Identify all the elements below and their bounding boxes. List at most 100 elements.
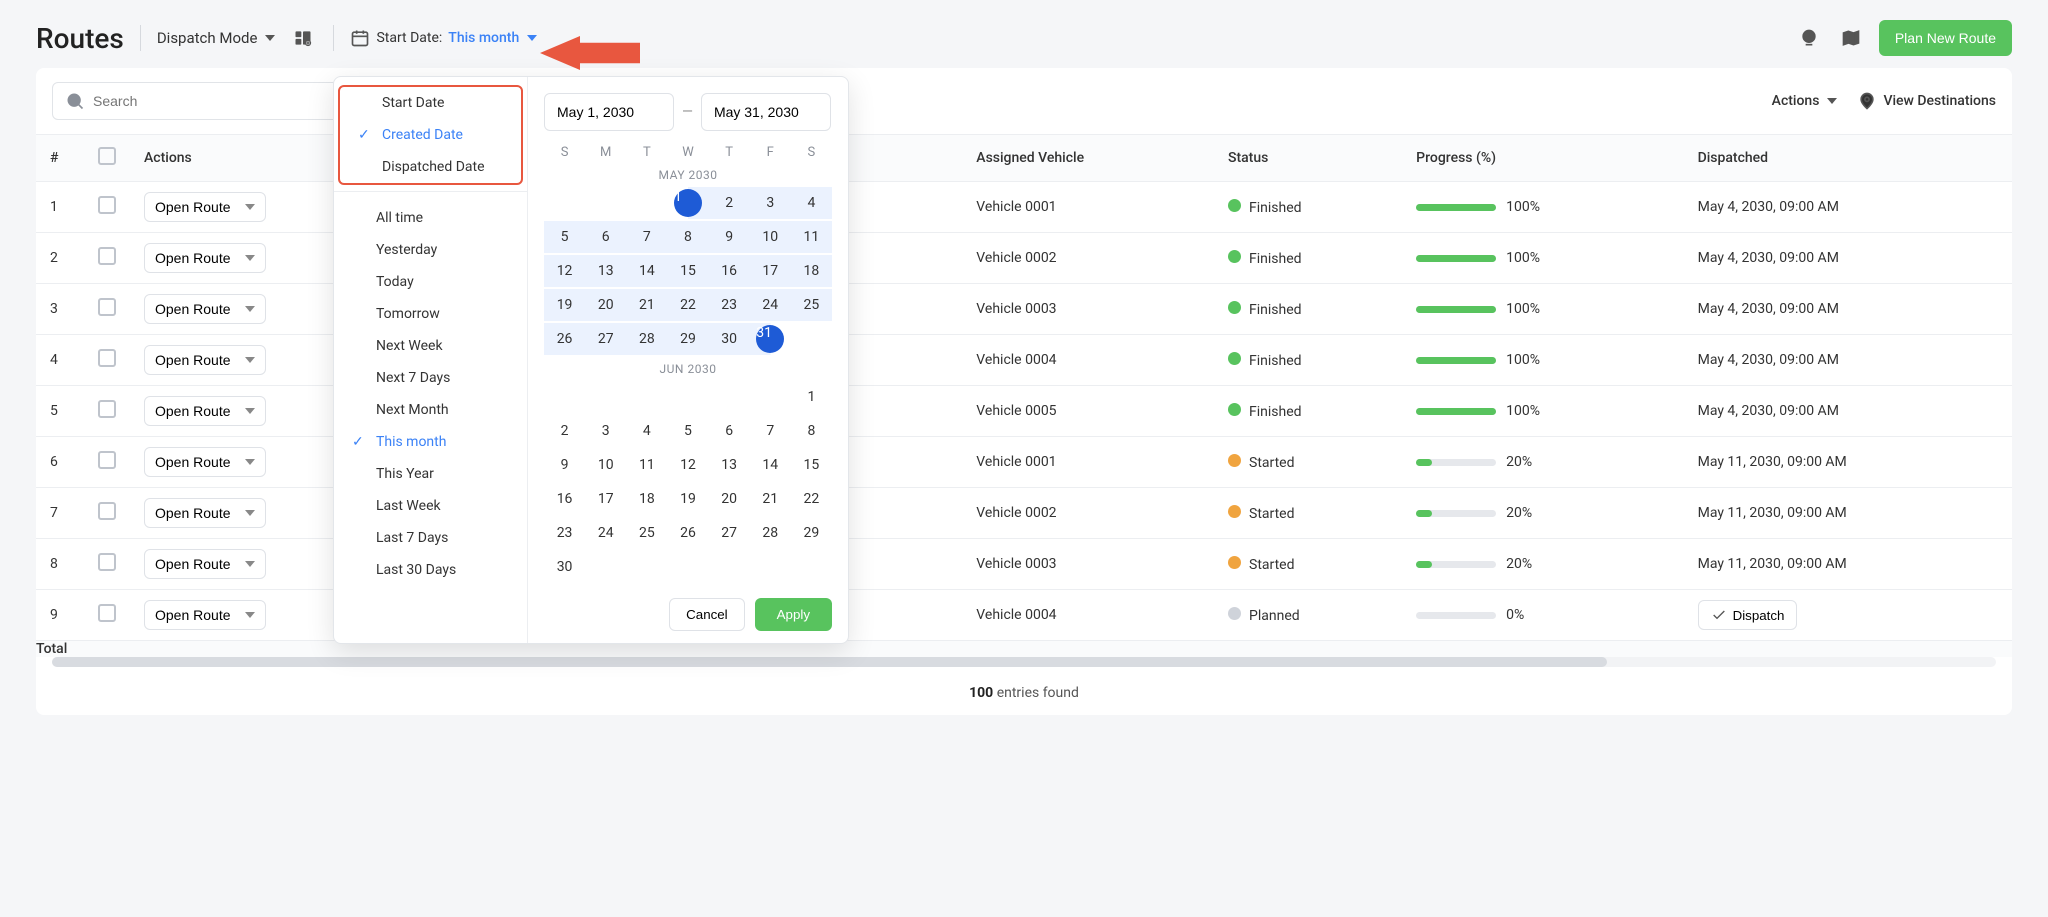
cancel-button[interactable]: Cancel	[669, 598, 745, 631]
date-filter-button[interactable]: Start Date: This month	[350, 28, 537, 48]
calendar-day[interactable]: 18	[626, 483, 667, 515]
calendar-day[interactable]: 10	[750, 221, 791, 253]
calendar-day[interactable]: 16	[709, 255, 750, 287]
date-from-input[interactable]	[544, 93, 674, 131]
dispatch-mode-button[interactable]: Dispatch Mode	[157, 29, 276, 47]
date-field-option[interactable]: ✓Start Date	[340, 87, 521, 119]
schedule-icon[interactable]	[1795, 24, 1823, 52]
calendar-day[interactable]: 14	[626, 255, 667, 287]
calendar-day[interactable]: 7	[750, 415, 791, 447]
row-checkbox[interactable]	[98, 604, 116, 622]
calendar-day[interactable]: 31	[750, 323, 791, 355]
calendar-day[interactable]: 8	[667, 221, 708, 253]
open-route-button[interactable]: Open Route	[144, 243, 266, 273]
calendar-day[interactable]: 6	[585, 221, 626, 253]
calendar-day[interactable]: 12	[667, 449, 708, 481]
range-preset-option[interactable]: ✓Today	[334, 266, 527, 298]
calendar-day[interactable]: 12	[544, 255, 585, 287]
calendar-day[interactable]: 16	[544, 483, 585, 515]
open-route-button[interactable]: Open Route	[144, 447, 266, 477]
calendar-day[interactable]: 23	[709, 289, 750, 321]
calendar-day[interactable]: 17	[585, 483, 626, 515]
calendar-day[interactable]: 28	[626, 323, 667, 355]
calendar-day[interactable]: 3	[750, 187, 791, 219]
calendar-day[interactable]: 1	[667, 187, 708, 219]
calendar-day[interactable]: 1	[791, 381, 832, 413]
calendar-day[interactable]: 19	[544, 289, 585, 321]
calendar-day[interactable]: 5	[544, 221, 585, 253]
calendar-day[interactable]: 9	[709, 221, 750, 253]
calendar-day[interactable]: 4	[791, 187, 832, 219]
open-route-button[interactable]: Open Route	[144, 396, 266, 426]
calendar-day[interactable]: 15	[791, 449, 832, 481]
range-preset-option[interactable]: ✓This Year	[334, 458, 527, 490]
calendar-day[interactable]: 28	[750, 517, 791, 549]
calendar-day[interactable]: 27	[585, 323, 626, 355]
calendar-day[interactable]: 2	[544, 415, 585, 447]
calendar-day[interactable]: 20	[709, 483, 750, 515]
calendar-day[interactable]: 19	[667, 483, 708, 515]
calendar-day[interactable]: 7	[626, 221, 667, 253]
dispatch-button[interactable]: Dispatch	[1698, 600, 1798, 630]
open-route-button[interactable]: Open Route	[144, 345, 266, 375]
row-checkbox[interactable]	[98, 502, 116, 520]
calendar-day[interactable]: 6	[709, 415, 750, 447]
open-route-button[interactable]: Open Route	[144, 600, 266, 630]
range-preset-option[interactable]: ✓Next Month	[334, 394, 527, 426]
actions-button[interactable]: Actions	[1772, 93, 1838, 109]
view-destinations-button[interactable]: View Destinations	[1857, 91, 1996, 111]
search-box[interactable]	[52, 82, 372, 120]
calendar-day[interactable]: 27	[709, 517, 750, 549]
calendar-day[interactable]: 17	[750, 255, 791, 287]
calendar-day[interactable]: 26	[544, 323, 585, 355]
calendar-day[interactable]: 24	[585, 517, 626, 549]
calendar-day[interactable]: 24	[750, 289, 791, 321]
calendar-day[interactable]: 9	[544, 449, 585, 481]
calendar-day[interactable]: 23	[544, 517, 585, 549]
row-checkbox[interactable]	[98, 349, 116, 367]
range-preset-option[interactable]: ✓Next 7 Days	[334, 362, 527, 394]
layout-icon[interactable]	[289, 24, 317, 52]
calendar-day[interactable]: 29	[667, 323, 708, 355]
range-preset-option[interactable]: ✓All time	[334, 202, 527, 234]
open-route-button[interactable]: Open Route	[144, 192, 266, 222]
row-checkbox[interactable]	[98, 298, 116, 316]
range-preset-option[interactable]: ✓This month	[334, 426, 527, 458]
calendar-day[interactable]: 21	[750, 483, 791, 515]
calendar-day[interactable]: 15	[667, 255, 708, 287]
range-preset-option[interactable]: ✓Last Week	[334, 490, 527, 522]
calendar-day[interactable]: 13	[709, 449, 750, 481]
calendar-day[interactable]: 4	[626, 415, 667, 447]
calendar-day[interactable]: 13	[585, 255, 626, 287]
date-to-input[interactable]	[701, 93, 831, 131]
calendar-day[interactable]: 30	[709, 323, 750, 355]
horizontal-scrollbar[interactable]	[52, 657, 1996, 667]
search-input[interactable]	[93, 93, 359, 109]
calendar-day[interactable]: 25	[791, 289, 832, 321]
calendar-day[interactable]: 2	[709, 187, 750, 219]
calendar-day[interactable]: 29	[791, 517, 832, 549]
calendar-day[interactable]: 26	[667, 517, 708, 549]
date-field-option[interactable]: ✓Dispatched Date	[340, 151, 521, 183]
row-checkbox[interactable]	[98, 247, 116, 265]
plan-new-route-button[interactable]: Plan New Route	[1879, 20, 2012, 56]
map-icon[interactable]	[1837, 24, 1865, 52]
range-preset-option[interactable]: ✓Last 7 Days	[334, 522, 527, 554]
scrollbar-thumb[interactable]	[52, 657, 1607, 667]
calendar-day[interactable]: 14	[750, 449, 791, 481]
calendar-day[interactable]: 21	[626, 289, 667, 321]
apply-button[interactable]: Apply	[755, 598, 832, 631]
calendar-day[interactable]: 22	[667, 289, 708, 321]
row-checkbox[interactable]	[98, 451, 116, 469]
open-route-button[interactable]: Open Route	[144, 549, 266, 579]
row-checkbox[interactable]	[98, 196, 116, 214]
calendar-day[interactable]: 30	[544, 551, 585, 583]
calendar-day[interactable]: 22	[791, 483, 832, 515]
select-all-checkbox[interactable]	[98, 147, 116, 165]
calendar-day[interactable]: 10	[585, 449, 626, 481]
row-checkbox[interactable]	[98, 400, 116, 418]
row-checkbox[interactable]	[98, 553, 116, 571]
calendar-day[interactable]: 5	[667, 415, 708, 447]
range-preset-option[interactable]: ✓Yesterday	[334, 234, 527, 266]
calendar-day[interactable]: 25	[626, 517, 667, 549]
